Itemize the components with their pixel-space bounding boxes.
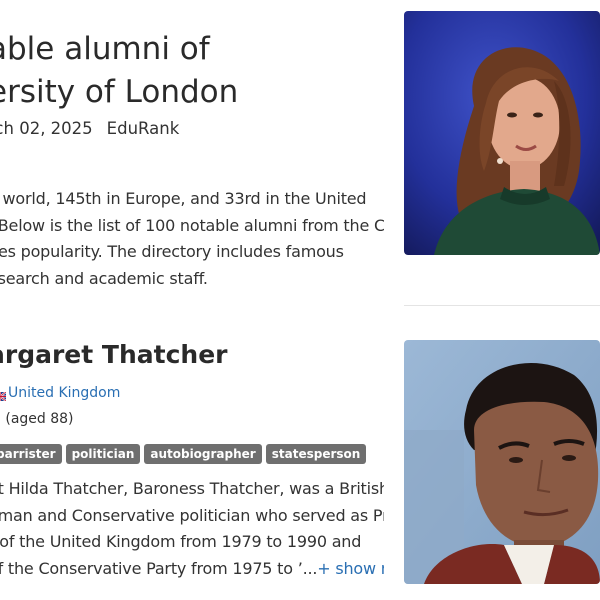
article-title-line-2: ersity of London [0, 74, 239, 110]
article-title-line-1: able alumni of [0, 31, 210, 67]
occupation-tag[interactable]: politician [65, 444, 141, 464]
article-title: able alumni of ersity of London [0, 28, 388, 114]
bio-line: r of the United Kingdom from 1979 to 199… [0, 532, 362, 551]
intro-line: . Below is the list of 100 notable alumn… [0, 215, 384, 235]
occupation-tag[interactable]: autobiographer [144, 444, 262, 464]
bio-line: et Hilda Thatcher, Baroness Thatcher, wa… [0, 479, 384, 498]
alumnus-photo [404, 340, 600, 584]
alumnus-name[interactable]: argaret Thatcher [0, 340, 227, 369]
section-divider [404, 305, 600, 306]
intro-line: esearch and academic staff. [0, 268, 208, 288]
publish-date: rch 02, 2025 [0, 119, 93, 138]
bio-line: oman and Conservative politician who ser… [0, 505, 384, 525]
alumnus-photo-image [404, 340, 600, 584]
occupation-tags: barrister politician autobiographer stat… [0, 444, 367, 464]
uk-flag-icon [0, 389, 7, 402]
alumnus-country[interactable]: United Kingdom [0, 385, 120, 402]
occupation-tag[interactable]: barrister [0, 444, 62, 464]
bio-line-text: of the Conservative Party from 1975 to ’… [0, 558, 318, 578]
alumnus-bio: et Hilda Thatcher, Baroness Thatcher, wa… [0, 476, 384, 582]
show-more-link[interactable]: + show m [317, 559, 384, 578]
article-intro: e world, 145th in Europe, and 33rd in th… [0, 186, 384, 292]
featured-photo-image [404, 11, 600, 255]
article-meta: rch 02, 2025 EduRank [0, 119, 179, 138]
occupation-tag[interactable]: statesperson [265, 444, 367, 464]
featured-photo [404, 11, 600, 255]
intro-line: e world, 145th in Europe, and 33rd in th… [0, 189, 367, 208]
bio-line-last: of the Conservative Party from 1975 to ’… [0, 556, 384, 583]
intro-line: ges popularity. The directory includes f… [0, 242, 344, 261]
country-link[interactable]: United Kingdom [8, 385, 120, 401]
alumnus-lifespan: 3 (aged 88) [0, 411, 74, 427]
author-link[interactable]: EduRank [107, 119, 180, 138]
